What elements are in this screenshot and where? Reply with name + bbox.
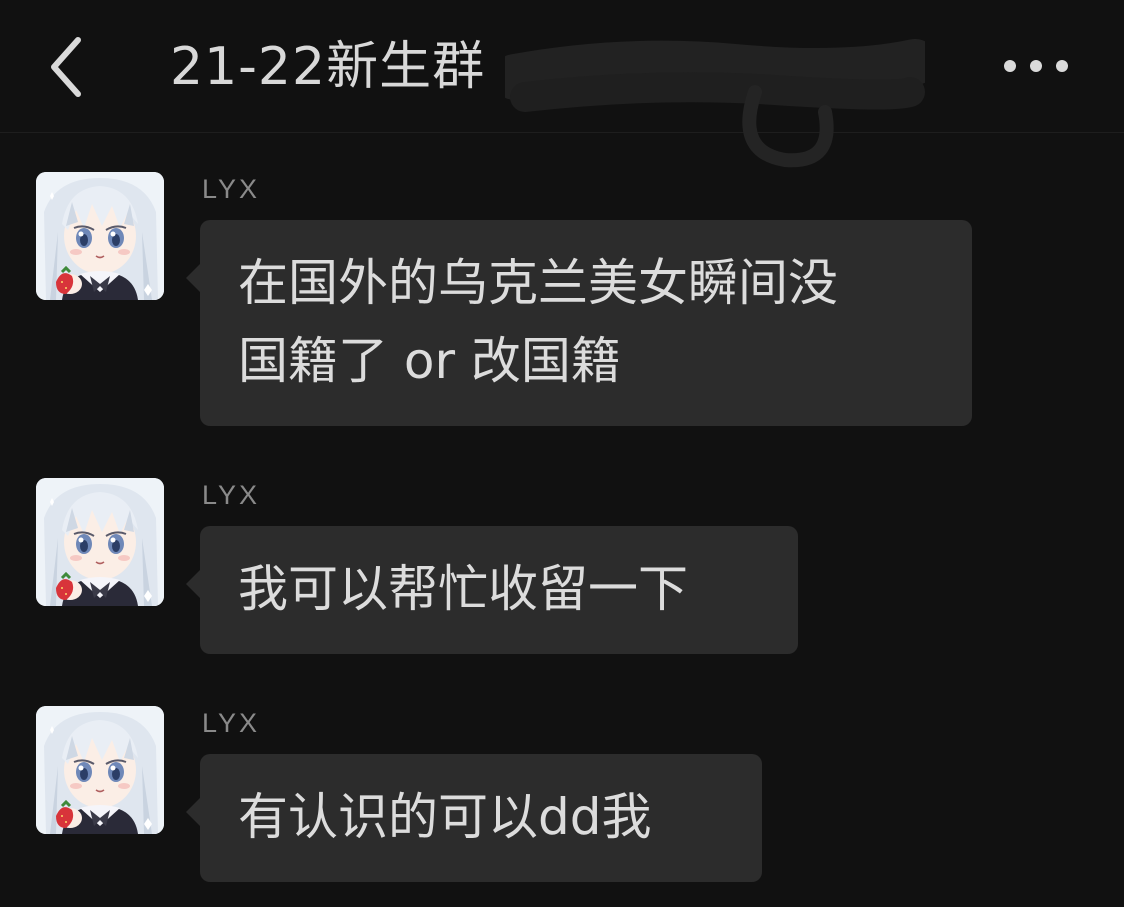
more-horizontal-icon	[1004, 60, 1068, 72]
anime-girl-avatar-image	[36, 706, 164, 834]
chat-header: 21-22新生群	[0, 0, 1124, 168]
chat-title: 21-22新生群	[170, 37, 486, 97]
more-options-button[interactable]	[996, 46, 1076, 86]
message-bubble[interactable]: 有认识的可以dd我	[186, 754, 762, 882]
back-button[interactable]	[40, 32, 96, 102]
message-text-line: 我可以帮忙收留一下	[238, 560, 688, 618]
avatar[interactable]	[36, 172, 164, 300]
redaction-scribble	[505, 39, 925, 168]
anime-girl-avatar-image	[36, 478, 164, 606]
anime-girl-avatar-image	[36, 172, 164, 300]
sender-name: LYX	[202, 708, 261, 738]
message-text-line: 在国外的乌克兰美女瞬间没	[238, 254, 838, 312]
message-bubble[interactable]: 我可以帮忙收留一下	[186, 526, 798, 654]
avatar[interactable]	[36, 706, 164, 834]
message-text-line: 国籍了 or 改国籍	[238, 332, 621, 390]
sender-name: LYX	[202, 480, 261, 510]
chevron-left-icon	[51, 37, 81, 97]
message-text-line: 有认识的可以dd我	[238, 788, 652, 846]
avatar[interactable]	[36, 478, 164, 606]
sender-name: LYX	[202, 174, 261, 204]
message-bubble[interactable]: 在国外的乌克兰美女瞬间没 国籍了 or 改国籍	[186, 220, 972, 426]
